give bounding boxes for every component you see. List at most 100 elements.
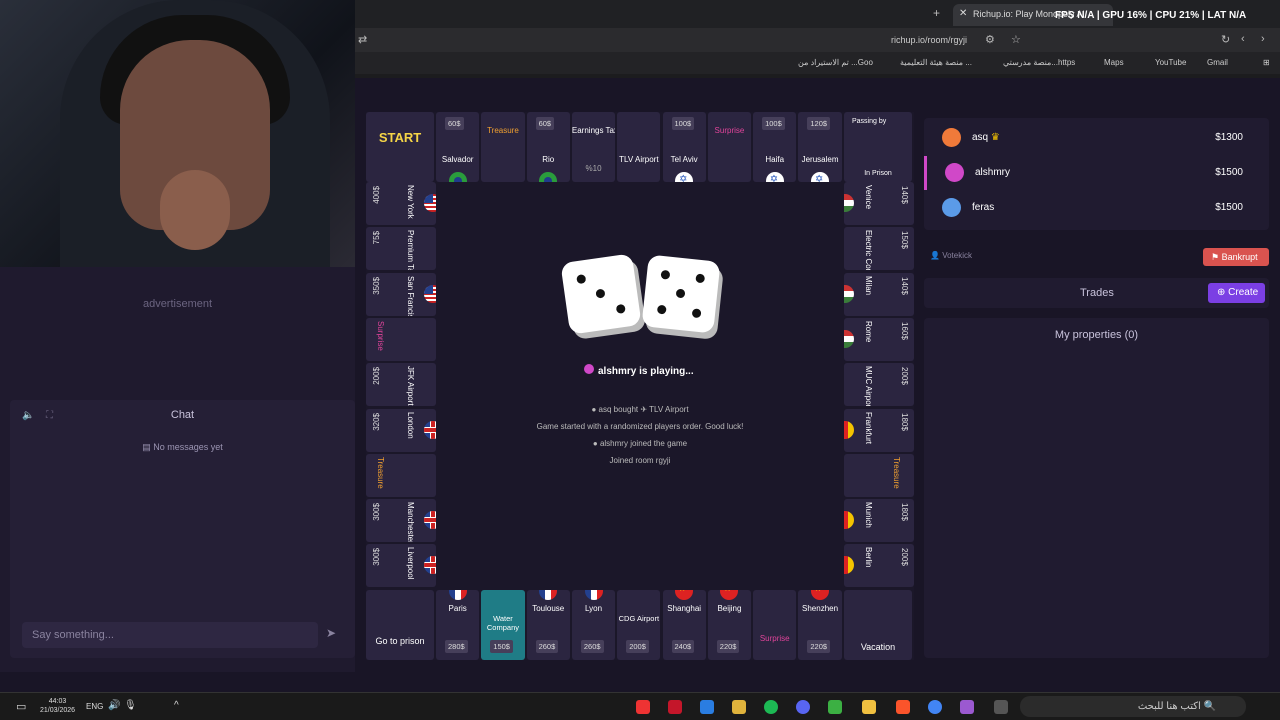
tile-jerusalem[interactable]: 120$ Jerusalem xyxy=(798,112,842,182)
tile-name: Jerusalem xyxy=(801,155,839,164)
tile-earnings-tax[interactable]: Earnings Tax %10 xyxy=(571,112,616,182)
tile-tel-aviv[interactable]: 100$ Tel Aviv xyxy=(662,112,706,182)
tile-rome[interactable]: 160$ Rome xyxy=(844,317,914,361)
tile-price: 150$ xyxy=(490,640,513,653)
forward-icon[interactable]: › xyxy=(1261,33,1265,45)
tile-in-prison[interactable]: Passing by In Prison xyxy=(844,112,912,182)
die-left xyxy=(560,253,642,335)
spotify-icon[interactable] xyxy=(764,700,778,714)
votekick-button[interactable]: 👤 Votekick xyxy=(930,251,972,260)
tile-treasure[interactable]: Treasure xyxy=(366,453,436,497)
tile-price: 140$ xyxy=(900,276,909,295)
back-icon[interactable]: ‹ xyxy=(1241,33,1245,45)
player-row[interactable]: feras $1500 xyxy=(924,191,1269,225)
bookmark-youtube[interactable]: YouTube xyxy=(1155,58,1186,67)
tile-cdg-airport[interactable]: CDG Airport 200$ xyxy=(617,590,661,660)
tile-name: Surprise xyxy=(714,126,745,135)
tile-frankfurt[interactable]: 180$ Frankfurt xyxy=(844,408,914,452)
bookmark-madrasati[interactable]: منصة مدرستي...https xyxy=(1003,58,1075,67)
brave-icon[interactable] xyxy=(896,700,910,714)
tile-liverpool[interactable]: 300$ Liverpool xyxy=(366,544,436,588)
tile-beijing[interactable]: Beijing 220$ xyxy=(707,590,752,660)
bookmark-education[interactable]: منصة هيئة التعليمية ... xyxy=(900,58,972,67)
taskbar-app-icon[interactable] xyxy=(732,700,746,714)
send-icon[interactable]: ➤ xyxy=(326,626,336,640)
tile-london[interactable]: 320$ London xyxy=(366,408,436,452)
tile-haifa[interactable]: 100$ Haifa xyxy=(753,112,797,182)
taskbar-app-icon[interactable] xyxy=(828,700,842,714)
microphone-icon[interactable]: 🎙 xyxy=(124,700,137,711)
taskbar-app-icon[interactable] xyxy=(700,700,714,714)
create-trade-button[interactable]: ⊕ Create xyxy=(1208,283,1265,303)
tile-electric-company[interactable]: 150$ Electric Company xyxy=(844,227,914,271)
player-row[interactable]: asq ♛ $1300 xyxy=(924,121,1269,155)
tile-name: Lyon xyxy=(585,604,603,613)
copilot-icon[interactable] xyxy=(960,700,974,714)
chat-input[interactable]: Say something... xyxy=(22,622,318,648)
tile-surprise[interactable]: Surprise xyxy=(707,112,752,182)
taskbar-search[interactable]: اكتب هنا للبحث 🔍 xyxy=(1020,696,1246,717)
apps-icon[interactable]: ⊞ xyxy=(1263,58,1270,67)
tile-manchester[interactable]: 300$ Manchester xyxy=(366,499,436,543)
discord-icon[interactable] xyxy=(796,700,810,714)
tile-tlv-airport[interactable]: TLV Airport xyxy=(617,112,661,182)
volume-icon[interactable]: 🔊 xyxy=(108,700,120,711)
tile-lyon[interactable]: Lyon 260$ xyxy=(571,590,616,660)
folder-icon[interactable] xyxy=(862,700,876,714)
tile-price: 260$ xyxy=(580,640,604,653)
notification-icon[interactable]: ▭ xyxy=(16,700,26,713)
translate-icon[interactable]: ⇄ xyxy=(358,33,367,46)
clock[interactable]: 44:03 21/03/2026 xyxy=(40,697,75,715)
tile-treasure[interactable]: Treasure xyxy=(844,453,914,497)
language-indicator[interactable]: ENG xyxy=(86,702,103,711)
tile-price: 75$ xyxy=(372,231,381,245)
bankrupt-button[interactable]: ⚑ Bankrupt xyxy=(1203,248,1269,266)
tile-munich[interactable]: 180$ Munich xyxy=(844,499,914,543)
bookmark-maps[interactable]: Maps xyxy=(1104,58,1124,67)
tile-price: 400$ xyxy=(372,186,381,204)
tile-treasure[interactable]: Treasure xyxy=(481,112,525,182)
task-view-icon[interactable] xyxy=(994,700,1008,714)
tile-go-to-prison[interactable]: Go to prison xyxy=(366,590,434,660)
new-tab-button[interactable]: + xyxy=(933,6,940,20)
tile-muc-airport[interactable]: 200$ MUC Airport xyxy=(844,363,914,407)
tile-start[interactable]: START xyxy=(366,112,434,182)
tile-shanghai[interactable]: Shanghai 240$ xyxy=(662,590,706,660)
browser-chrome: + ✕ Richup.io: Play Monopoly Al FPS N/A |… xyxy=(355,0,1280,78)
tile-toulouse[interactable]: Toulouse 260$ xyxy=(526,590,570,660)
site-settings-icon[interactable]: ⚙ xyxy=(985,33,995,46)
reload-icon[interactable]: ↻ xyxy=(1221,33,1230,46)
tile-name: TLV Airport xyxy=(619,155,659,164)
chrome-icon[interactable] xyxy=(928,700,942,714)
tile-san-francisco[interactable]: 350$ San Francisco xyxy=(366,272,436,316)
tile-vacation[interactable]: Vacation xyxy=(844,590,912,660)
taskbar: ▭ 44:03 21/03/2026 ENG 🔊 🎙 ^ اكتب هنا للب… xyxy=(0,692,1280,720)
url-text[interactable]: richup.io/room/rgyji xyxy=(891,35,967,45)
tile-venice[interactable]: 140$ Venice xyxy=(844,182,914,225)
tile-shenzhen[interactable]: Shenzhen 220$ xyxy=(798,590,842,660)
close-icon[interactable]: ✕ xyxy=(959,8,967,19)
tile-jfk-airport[interactable]: 200$ JFK Airport xyxy=(366,363,436,407)
tile-salvador[interactable]: 60$ Salvador xyxy=(436,112,480,182)
die-pip xyxy=(615,303,626,314)
tile-premium-tax[interactable]: 75$ Premium Tax xyxy=(366,227,436,271)
taskbar-app-icon[interactable] xyxy=(636,700,650,714)
tile-berlin[interactable]: 200$ Berlin xyxy=(844,544,914,588)
tile-new-york[interactable]: 400$ New York xyxy=(366,182,436,225)
tile-paris[interactable]: Paris 280$ xyxy=(436,590,480,660)
tile-milan[interactable]: 140$ Milan xyxy=(844,272,914,316)
bookmark-icon[interactable]: ☆ xyxy=(1011,33,1021,46)
bookmark-gmail[interactable]: Gmail xyxy=(1207,58,1228,67)
address-bar[interactable]: ⇄ richup.io/room/rgyji ⚙ ☆ ↻ ‹ › xyxy=(355,28,1280,52)
tile-name: Shanghai xyxy=(667,604,702,613)
taskbar-app-icon[interactable] xyxy=(668,700,682,714)
tile-surprise[interactable]: Surprise xyxy=(366,317,436,361)
tile-water-company[interactable]: Water Company 150$ xyxy=(481,590,525,660)
tile-rio[interactable]: 60$ Rio xyxy=(526,112,570,182)
tile-surprise[interactable]: Surprise xyxy=(753,590,797,660)
bookmark-imported[interactable]: تم الاستيراد من ...Goo xyxy=(798,58,873,67)
tray-expand-icon[interactable]: ^ xyxy=(174,700,179,711)
flag-us-icon xyxy=(424,194,436,212)
player-row[interactable]: alshmry $1500 xyxy=(924,156,1269,190)
tile-price: 300$ xyxy=(372,548,381,567)
